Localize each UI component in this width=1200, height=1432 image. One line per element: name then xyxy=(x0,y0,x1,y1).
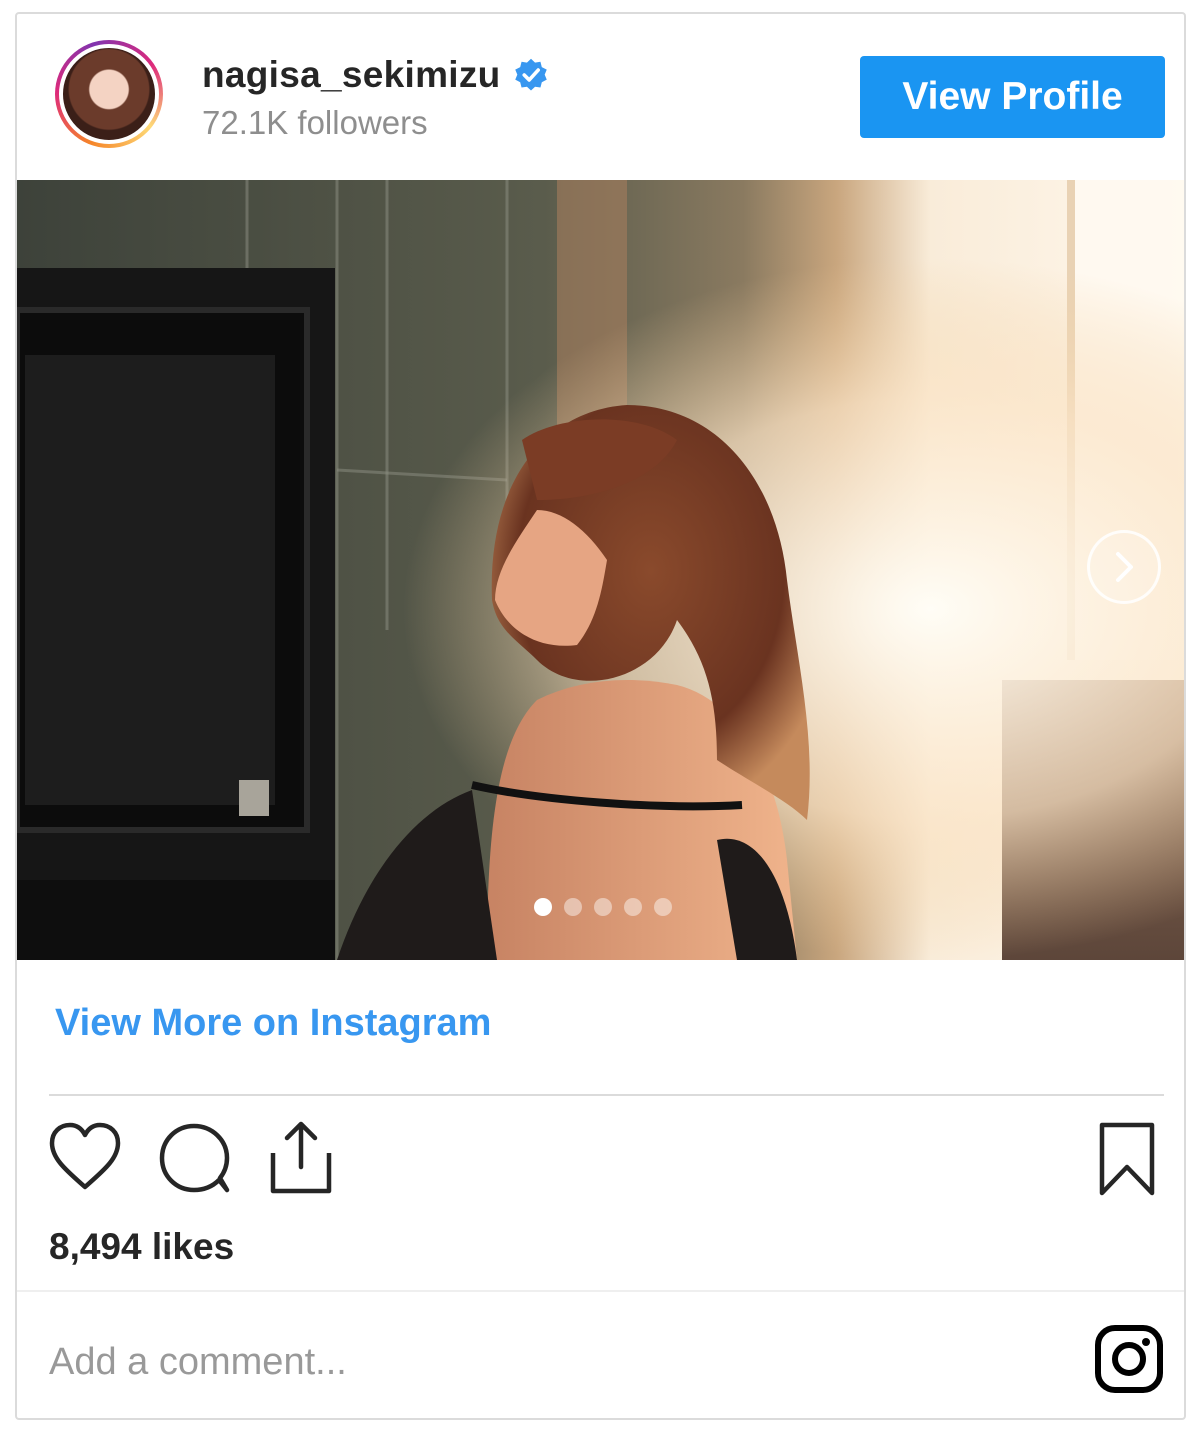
followers-count: 72.1K followers xyxy=(202,104,428,141)
username-row: nagisa_sekimizu xyxy=(202,54,549,96)
next-slide-button[interactable] xyxy=(1087,530,1161,604)
bookmark-icon[interactable] xyxy=(1097,1121,1157,1197)
carousel-dot xyxy=(564,898,582,916)
heart-icon[interactable] xyxy=(47,1121,123,1193)
action-bar xyxy=(47,1119,335,1195)
username[interactable]: nagisa_sekimizu xyxy=(202,54,501,96)
instagram-embed-card: nagisa_sekimizu 72.1K followers View Pro… xyxy=(15,12,1186,1420)
post-image[interactable] xyxy=(17,180,1184,960)
carousel-indicator xyxy=(534,898,672,916)
carousel-dot xyxy=(654,898,672,916)
comment-icon[interactable] xyxy=(157,1120,233,1194)
view-profile-button[interactable]: View Profile xyxy=(860,56,1165,138)
divider xyxy=(49,1094,1164,1096)
verified-badge-icon xyxy=(514,58,547,91)
carousel-dot-active xyxy=(534,898,552,916)
chevron-right-icon xyxy=(1116,552,1133,582)
divider xyxy=(17,1290,1184,1292)
avatar[interactable] xyxy=(55,40,163,148)
carousel-dot xyxy=(624,898,642,916)
like-count: 8,494 likes xyxy=(49,1226,235,1267)
share-icon[interactable] xyxy=(267,1119,335,1195)
avatar-image xyxy=(59,44,159,144)
post-photo xyxy=(17,180,1184,960)
view-more-link[interactable]: View More on Instagram xyxy=(55,1002,491,1045)
carousel-dot xyxy=(594,898,612,916)
instagram-logo-icon[interactable] xyxy=(1094,1324,1164,1394)
comment-input[interactable] xyxy=(49,1332,949,1392)
